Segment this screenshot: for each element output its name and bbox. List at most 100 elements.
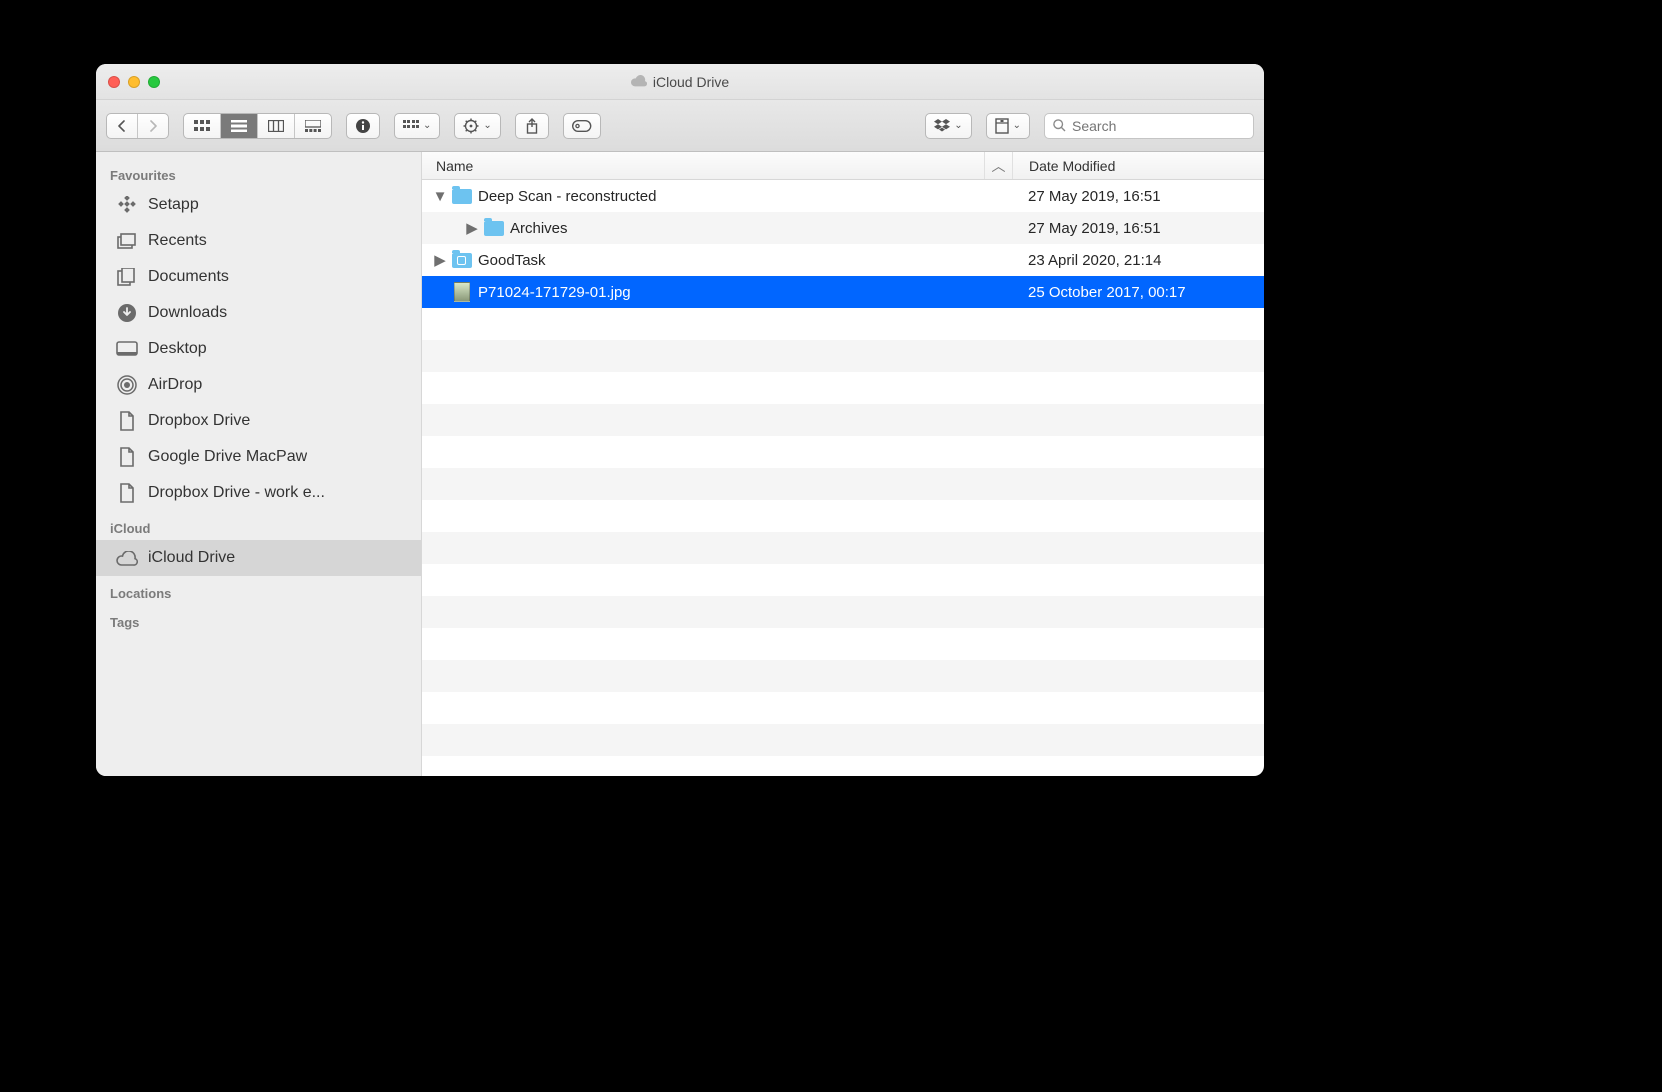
file-row[interactable]: P71024-171729-01.jpg 25 October 2017, 00:… (422, 276, 1264, 308)
sidebar-item-google-drive-macpaw[interactable]: Google Drive MacPaw (96, 439, 421, 475)
file-row[interactable]: ▼ Deep Scan - reconstructed 27 May 2019, 1… (422, 180, 1264, 212)
chevron-down-icon: ⌄ (423, 120, 431, 131)
file-list: Name ︿ Date Modified ▼ Deep Scan - recons… (422, 152, 1264, 776)
recents-icon (116, 230, 138, 252)
nav-back-forward (106, 113, 169, 139)
empty-row (422, 340, 1264, 372)
sidebar-item-icloud-drive[interactable]: iCloud Drive (96, 540, 421, 576)
column-date[interactable]: Date Modified (1012, 152, 1264, 179)
file-row[interactable]: ▶ Archives 27 May 2019, 16:51 (422, 212, 1264, 244)
empty-row (422, 404, 1264, 436)
back-button[interactable] (107, 114, 138, 138)
body: Favourites Setapp Recents Documents Download… (96, 152, 1264, 776)
empty-row (422, 756, 1264, 776)
search-input[interactable] (1072, 118, 1253, 134)
sidebar-item-label: Dropbox Drive - work e... (148, 484, 325, 502)
action-menu-button[interactable]: ⌄ (454, 113, 500, 139)
icon-view-button[interactable] (184, 114, 221, 138)
file-name: Archives (510, 220, 568, 237)
sidebar-section-header[interactable]: Tags (96, 605, 421, 634)
sidebar-item-label: Documents (148, 268, 229, 286)
chevron-down-icon: ⌄ (954, 120, 962, 131)
empty-row (422, 564, 1264, 596)
sidebar-item-dropbox-drive-work-e-[interactable]: Dropbox Drive - work e... (96, 475, 421, 511)
minimize-window-button[interactable] (128, 76, 140, 88)
sidebar-item-label: Dropbox Drive (148, 412, 250, 430)
empty-row (422, 692, 1264, 724)
file-rows[interactable]: ▼ Deep Scan - reconstructed 27 May 2019, 1… (422, 180, 1264, 776)
empty-row (422, 532, 1264, 564)
file-date: 25 October 2017, 00:17 (1012, 284, 1264, 301)
disclosure-triangle[interactable]: ▶ (434, 251, 446, 269)
group-by-button[interactable]: ⌄ (394, 113, 440, 139)
forward-button[interactable] (138, 114, 168, 138)
desktop-icon (116, 338, 138, 360)
sidebar-item-airdrop[interactable]: AirDrop (96, 367, 421, 403)
cloud-icon (631, 74, 647, 90)
column-name[interactable]: Name (422, 158, 984, 174)
get-info-button[interactable] (346, 113, 380, 139)
file-date: 27 May 2019, 16:51 (1012, 188, 1264, 205)
sidebar-section-header[interactable]: Favourites (96, 158, 421, 187)
share-button[interactable] (515, 113, 549, 139)
disclosure-triangle[interactable]: ▼ (434, 188, 446, 205)
file-name: GoodTask (478, 252, 546, 269)
column-name-label: Name (436, 158, 473, 174)
gallery-view-button[interactable] (295, 114, 331, 138)
sidebar-item-dropbox-drive[interactable]: Dropbox Drive (96, 403, 421, 439)
empty-row (422, 724, 1264, 756)
sidebar-item-downloads[interactable]: Downloads (96, 295, 421, 331)
cloud-icon (116, 547, 138, 569)
archive-button[interactable]: ⌄ (986, 113, 1030, 139)
chevron-down-icon: ⌄ (483, 120, 491, 131)
empty-row (422, 628, 1264, 660)
empty-row (422, 660, 1264, 692)
sidebar-item-setapp[interactable]: Setapp (96, 187, 421, 223)
empty-row (422, 468, 1264, 500)
disclosure-triangle[interactable]: ▶ (466, 219, 478, 237)
sidebar-item-label: AirDrop (148, 376, 202, 394)
window-controls (108, 76, 160, 88)
search-field[interactable] (1044, 113, 1254, 139)
doc-icon (116, 482, 138, 504)
doc-icon (116, 446, 138, 468)
toolbar: ⌄ ⌄ ⌄ ⌄ (96, 100, 1264, 152)
column-headers: Name ︿ Date Modified (422, 152, 1264, 180)
column-date-label: Date Modified (1029, 158, 1115, 174)
tags-button[interactable] (563, 113, 601, 139)
folder-icon (484, 218, 504, 238)
list-view-button[interactable] (221, 114, 258, 138)
file-date: 27 May 2019, 16:51 (1012, 220, 1264, 237)
app-folder-icon (452, 250, 472, 270)
empty-row (422, 308, 1264, 340)
sidebar-section-header[interactable]: iCloud (96, 511, 421, 540)
file-name: P71024-171729-01.jpg (478, 284, 631, 301)
doc-icon (116, 410, 138, 432)
sidebar-item-label: Recents (148, 232, 207, 250)
chevron-down-icon: ⌄ (1013, 120, 1021, 131)
downloads-icon (116, 302, 138, 324)
sidebar-item-desktop[interactable]: Desktop (96, 331, 421, 367)
chevron-up-icon: ︿ (992, 156, 1006, 176)
sidebar-item-documents[interactable]: Documents (96, 259, 421, 295)
sidebar-item-label: Desktop (148, 340, 207, 358)
close-window-button[interactable] (108, 76, 120, 88)
sort-indicator[interactable]: ︿ (984, 152, 1012, 179)
sidebar-item-recents[interactable]: Recents (96, 223, 421, 259)
setapp-icon (116, 194, 138, 216)
sidebar-item-label: Downloads (148, 304, 227, 322)
column-view-button[interactable] (258, 114, 295, 138)
image-file-icon (452, 282, 472, 302)
view-mode-segment (183, 113, 332, 139)
file-name: Deep Scan - reconstructed (478, 188, 656, 205)
sidebar-item-label: Setapp (148, 196, 199, 214)
window-title-text: iCloud Drive (653, 74, 729, 90)
dropbox-button[interactable]: ⌄ (925, 113, 971, 139)
sidebar[interactable]: Favourites Setapp Recents Documents Download… (96, 152, 422, 776)
finder-window: iCloud Drive (96, 64, 1264, 776)
file-row[interactable]: ▶GoodTask23 April 2020, 21:14 (422, 244, 1264, 276)
search-icon (1053, 119, 1066, 132)
empty-row (422, 500, 1264, 532)
fullscreen-window-button[interactable] (148, 76, 160, 88)
sidebar-section-header[interactable]: Locations (96, 576, 421, 605)
